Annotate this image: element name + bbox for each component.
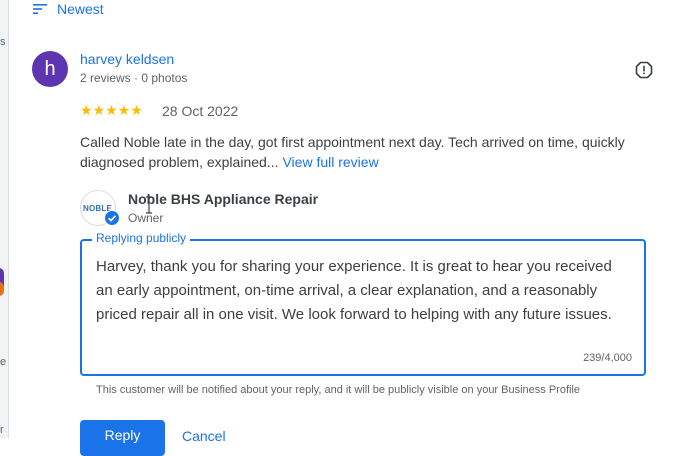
left-fragment: r [0, 424, 4, 436]
review-date: 28 Oct 2022 [162, 103, 239, 119]
avatar-letter: h [44, 57, 56, 80]
business-name: Noble BHS Appliance Repair [128, 191, 319, 207]
text-cursor-icon [144, 196, 154, 214]
star-rating: ★★★★★ [80, 102, 143, 118]
left-avatar-fragment [0, 282, 4, 296]
verified-badge-icon [104, 210, 120, 226]
character-counter: 239/4,000 [583, 352, 632, 364]
left-fragment: e [0, 356, 7, 368]
review-text: Called Noble late in the day, got first … [80, 132, 660, 172]
cancel-button[interactable]: Cancel [182, 428, 226, 444]
report-icon[interactable] [635, 61, 653, 79]
reply-field-label: Replying publicly [92, 231, 191, 245]
reviewer-name[interactable]: harvey keldsen [80, 51, 174, 67]
reply-text[interactable]: Harvey, thank you for sharing your exper… [96, 255, 631, 327]
reply-notice: This customer will be notified about you… [96, 384, 581, 396]
left-fragment: s [0, 36, 6, 48]
sort-button[interactable]: Newest [33, 0, 104, 18]
view-full-review-link[interactable]: View full review [282, 154, 378, 170]
sort-label: Newest [57, 1, 104, 17]
reply-button[interactable]: Reply [80, 420, 165, 456]
left-panel-edge: s e r [0, 0, 9, 438]
reviewer-meta: 2 reviews · 0 photos [80, 71, 188, 85]
sort-icon [33, 3, 47, 15]
avatar[interactable]: h [32, 51, 68, 87]
